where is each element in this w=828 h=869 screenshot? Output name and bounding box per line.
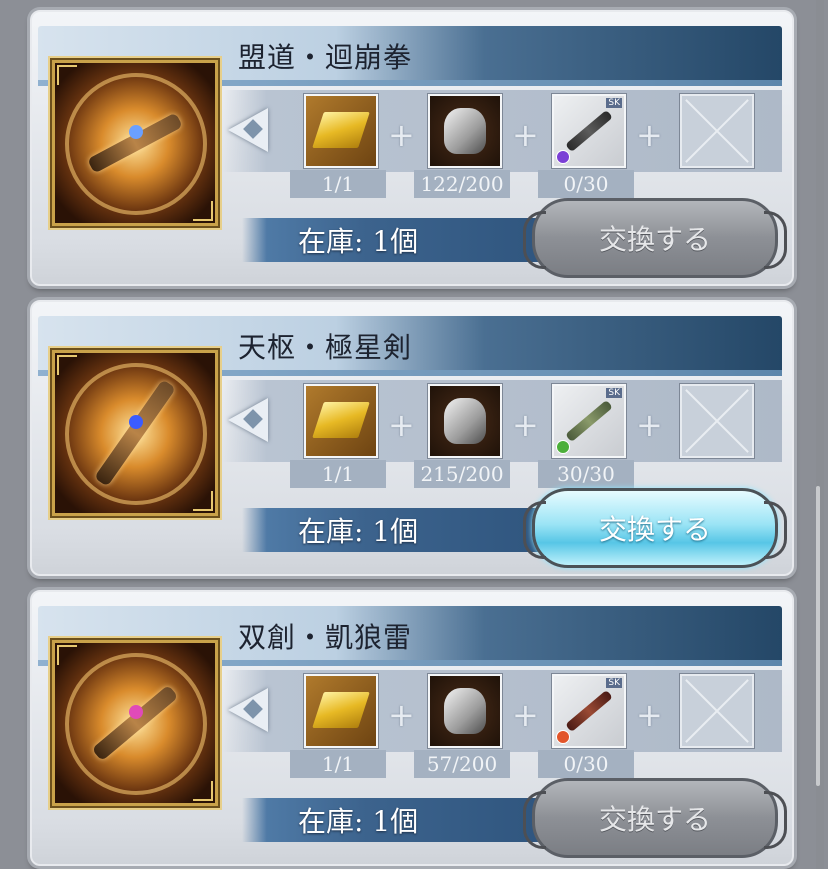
silver-relic-icon[interactable] [428, 674, 502, 748]
item-title: 盟道・迴崩拳 [238, 41, 413, 74]
plus-icon: + [636, 116, 663, 154]
sk-badge: SK [606, 678, 622, 688]
gold-bar-icon[interactable] [304, 674, 378, 748]
requirement-count: 30/30 [538, 460, 634, 488]
silver-relic-icon[interactable] [428, 384, 502, 458]
empty-slot [680, 674, 754, 748]
scrollbar-thumb[interactable] [816, 486, 820, 786]
wind-element-icon [556, 440, 570, 454]
dark-element-icon [556, 150, 570, 164]
requirement-count: 1/1 [290, 170, 386, 198]
plus-icon: + [512, 696, 539, 734]
stock-label: 在庫: 1個 [298, 225, 419, 258]
exchange-button-label: 交換する [598, 513, 711, 546]
fist-weapon-icon[interactable] [52, 60, 218, 226]
gun-weapon-icon[interactable]: SK [552, 674, 626, 748]
gauntlet-weapon-icon[interactable]: SK [552, 94, 626, 168]
exchange-card-2: 天枢・極星剣 + + SK + 1/1 215/200 30/30 在庫: 1個… [30, 300, 794, 576]
plus-icon: + [388, 406, 415, 444]
gold-bar-icon[interactable] [304, 384, 378, 458]
fire-element-icon [556, 730, 570, 744]
stock-label: 在庫: 1個 [298, 515, 419, 548]
empty-slot [680, 94, 754, 168]
requirement-count: 57/200 [414, 750, 510, 778]
exchange-button[interactable]: 交換する [523, 488, 787, 568]
plus-icon: + [512, 116, 539, 154]
exchange-button[interactable]: 交換する [523, 198, 787, 278]
gun-weapon-icon[interactable] [52, 640, 218, 806]
silver-relic-icon[interactable] [428, 94, 502, 168]
gold-bar-icon[interactable] [304, 94, 378, 168]
requirement-count: 1/1 [290, 460, 386, 488]
sword-weapon-icon[interactable] [52, 350, 218, 516]
exchange-card-3: 双創・凱狼雷 + + SK + 1/1 57/200 0/30 在庫: 1個 交… [30, 590, 794, 866]
sword-weapon-icon[interactable]: SK [552, 384, 626, 458]
requirement-count: 0/30 [538, 750, 634, 778]
empty-slot [680, 384, 754, 458]
exchange-button-label: 交換する [598, 803, 711, 836]
sk-badge: SK [606, 98, 622, 108]
stock-label: 在庫: 1個 [298, 805, 419, 838]
plus-icon: + [636, 696, 663, 734]
plus-icon: + [388, 116, 415, 154]
item-title: 天枢・極星剣 [238, 331, 413, 364]
plus-icon: + [636, 406, 663, 444]
exchange-button-label: 交換する [598, 223, 711, 256]
plus-icon: + [512, 406, 539, 444]
requirement-count: 122/200 [414, 170, 510, 198]
item-title: 双創・凱狼雷 [238, 621, 413, 654]
plus-icon: + [388, 696, 415, 734]
exchange-card-1: 盟道・迴崩拳 + + SK + 1/1 122/200 0/30 在庫: 1個 … [30, 10, 794, 286]
requirement-count: 0/30 [538, 170, 634, 198]
requirement-count: 215/200 [414, 460, 510, 488]
exchange-button[interactable]: 交換する [523, 778, 787, 858]
requirement-count: 1/1 [290, 750, 386, 778]
sk-badge: SK [606, 388, 622, 398]
